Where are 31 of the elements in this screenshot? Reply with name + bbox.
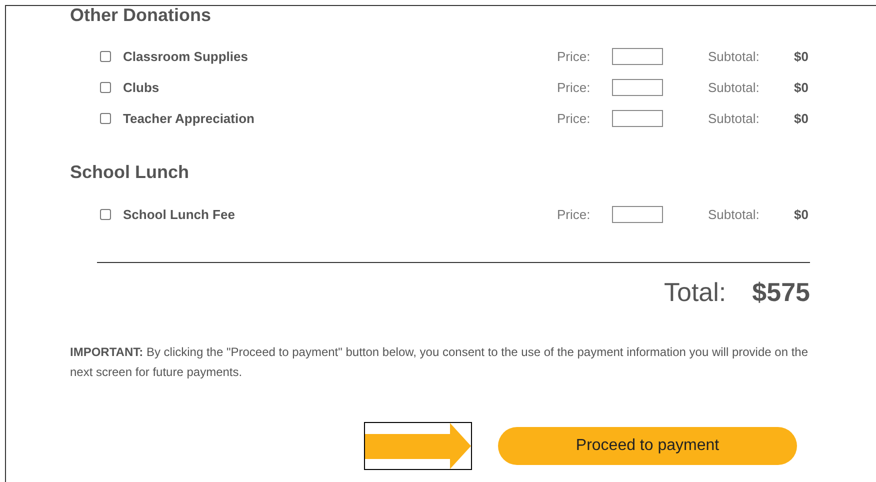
item-label: Classroom Supplies (123, 48, 248, 66)
subtotal-value: $0 (794, 206, 808, 224)
price-field[interactable] (612, 48, 663, 65)
price-field[interactable] (612, 206, 663, 223)
price-label: Price: (557, 48, 592, 66)
section-heading: Other Donations (70, 6, 212, 24)
consent-notice: IMPORTANT: By clicking the "Proceed to payment" button below, you consent to the use of the payment information you will provide on the next screen for future payments. (70, 344, 810, 381)
section-heading: School Lunch (70, 161, 189, 183)
price-field[interactable] (612, 79, 663, 96)
price-field[interactable] (612, 110, 663, 127)
total-value: $575 (752, 277, 810, 307)
price-label: Price: (557, 110, 592, 128)
arrow-icon (364, 422, 472, 470)
subtotal-label: Subtotal: (708, 110, 760, 128)
subtotal-value: $0 (794, 78, 808, 97)
price-label: Price: (557, 206, 592, 224)
checkbox[interactable] (100, 51, 111, 62)
item-label: School Lunch Fee (123, 206, 235, 224)
total-label: Total: (664, 277, 726, 307)
subtotal-value: $0 (794, 48, 808, 66)
price-label: Price: (557, 78, 592, 97)
subtotal-label: Subtotal: (708, 78, 760, 97)
checkbox[interactable] (100, 113, 111, 124)
subtotal-label: Subtotal: (708, 48, 760, 66)
checkbox[interactable] (100, 209, 111, 220)
subtotal-label: Subtotal: (708, 206, 760, 224)
checkbox[interactable] (100, 82, 111, 93)
subtotal-value: $0 (794, 110, 808, 128)
item-label: Teacher Appreciation (123, 110, 254, 128)
item-label: Clubs (123, 78, 160, 97)
proceed-button[interactable]: Proceed to payment (498, 427, 797, 465)
